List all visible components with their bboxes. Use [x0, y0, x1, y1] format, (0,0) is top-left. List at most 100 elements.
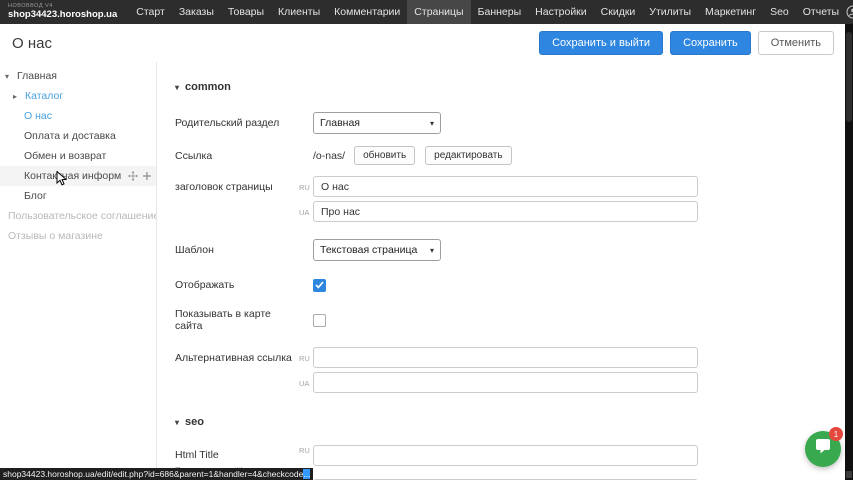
- field-row-template: Шаблон Текстовая страница ▾: [175, 239, 845, 261]
- sidebar-item-label: Контактная информ: [24, 170, 121, 182]
- field-row-sitemap: Показывать в карте сайта: [175, 308, 845, 332]
- cancel-button[interactable]: Отменить: [758, 31, 834, 55]
- chevron-right-icon[interactable]: ▸: [13, 92, 21, 101]
- chat-notification-badge: 1: [829, 427, 843, 441]
- html-title-ru-input[interactable]: [313, 445, 698, 466]
- display-label: Отображать: [175, 279, 299, 291]
- parent-section-label: Родительский раздел: [175, 117, 299, 129]
- topbar-icon-group: [846, 5, 853, 19]
- add-icon[interactable]: [142, 171, 152, 181]
- status-url-tail: ...: [303, 469, 310, 479]
- chevron-down-icon: ▾: [430, 119, 434, 128]
- sidebar-item-user-agreement[interactable]: Пользовательское соглашение: [0, 206, 156, 226]
- chevron-down-icon[interactable]: ▾: [5, 72, 13, 81]
- sidebar-item-home[interactable]: ▾ Главная: [0, 66, 156, 86]
- link-label: Ссылка: [175, 150, 299, 162]
- status-url-text: shop34423.horoshop.ua/edit/edit.php?id=6…: [3, 469, 303, 479]
- section-title: seo: [185, 416, 204, 428]
- parent-section-select[interactable]: Главная ▾: [313, 112, 441, 134]
- nav-item-settings[interactable]: Настройки: [528, 0, 594, 24]
- tree-item-action-icons: [128, 171, 156, 181]
- sidebar-item-label: Пользовательское соглашение: [8, 210, 156, 222]
- nav-item-seo[interactable]: Seo: [763, 0, 796, 24]
- move-icon[interactable]: [128, 171, 138, 181]
- chevron-down-icon: ▾: [430, 246, 434, 255]
- field-row-page-title-ua: UA: [175, 201, 845, 222]
- chevron-down-icon[interactable]: ▾: [175, 83, 179, 92]
- field-row-alt-link-ru: Альтернативная ссылка RU: [175, 347, 845, 368]
- selected-value: Главная: [320, 117, 360, 129]
- nav-item-clients[interactable]: Клиенты: [271, 0, 327, 24]
- sidebar-item-label: Главная: [17, 70, 57, 82]
- field-row-link: Ссылка /o-nas/ обновить редактировать: [175, 146, 845, 165]
- main-menu: Старт Заказы Товары Клиенты Комментарии …: [129, 0, 846, 24]
- user-account-icon[interactable]: [846, 5, 853, 19]
- nav-item-comments[interactable]: Комментарии: [327, 0, 407, 24]
- chat-bubble-icon: [814, 438, 832, 460]
- nav-item-utilities[interactable]: Утилиты: [642, 0, 698, 24]
- nav-item-marketing[interactable]: Маркетинг: [698, 0, 763, 24]
- edit-link-button[interactable]: редактировать: [425, 146, 511, 165]
- app-logo[interactable]: НОВОВВОД V4 shop34423.horoshop.ua: [0, 4, 129, 20]
- nav-item-start[interactable]: Старт: [129, 0, 172, 24]
- section-title: common: [185, 81, 231, 93]
- sitemap-label: Показывать в карте сайта: [175, 308, 299, 332]
- shop-domain-label: shop34423.horoshop.ua: [8, 10, 117, 20]
- selected-value: Текстовая страница: [320, 244, 417, 256]
- sidebar-item-payment-delivery[interactable]: Оплата и доставка: [0, 126, 156, 146]
- sidebar-item-catalog[interactable]: ▸ Каталог: [0, 86, 156, 106]
- sidebar-item-label: О нас: [24, 110, 52, 122]
- page-title-field-label: заголовок страницы: [175, 181, 299, 193]
- sidebar-item-exchange-return[interactable]: Обмен и возврат: [0, 146, 156, 166]
- sidebar-item-label: Оплата и доставка: [24, 130, 116, 142]
- lang-label-ua: UA: [299, 207, 313, 217]
- sidebar-item-about[interactable]: О нас: [0, 106, 156, 126]
- alt-link-ua-input[interactable]: [313, 372, 698, 393]
- sidebar-item-store-reviews[interactable]: Отзывы о магазине: [0, 226, 156, 246]
- sidebar-item-label: Обмен и возврат: [24, 150, 106, 162]
- field-row-display: Отображать: [175, 277, 845, 293]
- vertical-scrollbar[interactable]: [845, 24, 853, 480]
- sidebar-item-label: Каталог: [25, 90, 63, 102]
- field-row-alt-link-ua: UA: [175, 372, 845, 393]
- sidebar-item-blog[interactable]: Блог: [0, 186, 156, 206]
- pages-tree-sidebar: ▾ Главная ▸ Каталог О нас Оплата и доста…: [0, 62, 157, 480]
- page-title-ru-input[interactable]: [313, 176, 698, 197]
- lang-label-ru: RU: [299, 353, 313, 363]
- lang-label-ua: UA: [299, 378, 313, 388]
- nav-item-pages[interactable]: Страницы: [407, 0, 470, 24]
- sitemap-checkbox[interactable]: [313, 314, 326, 327]
- save-button[interactable]: Сохранить: [670, 31, 751, 55]
- nav-item-banners[interactable]: Баннеры: [471, 0, 529, 24]
- display-checkbox[interactable]: [313, 279, 326, 292]
- page-title-ua-input[interactable]: [313, 201, 698, 222]
- scrollbar-thumb[interactable]: [846, 32, 852, 122]
- top-navbar: НОВОВВОД V4 shop34423.horoshop.ua Старт …: [0, 0, 853, 24]
- lang-label-ru: RU: [299, 445, 313, 455]
- chevron-down-icon[interactable]: ▾: [175, 418, 179, 427]
- alt-link-ru-input[interactable]: [313, 347, 698, 368]
- section-header-seo[interactable]: ▾ seo: [175, 414, 845, 430]
- sidebar-item-contact-info[interactable]: Контактная информ: [0, 166, 156, 186]
- lang-label-ru: RU: [299, 182, 313, 192]
- html-title-label: Html Title: [175, 449, 219, 461]
- nav-item-discounts[interactable]: Скидки: [594, 0, 643, 24]
- sidebar-item-label: Блог: [24, 190, 47, 202]
- scrollbar-down-button[interactable]: [846, 471, 852, 478]
- field-row-page-title-ru: заголовок страницы RU: [175, 176, 845, 197]
- nav-item-reports[interactable]: Отчеты: [796, 0, 846, 24]
- update-link-button[interactable]: обновить: [354, 146, 415, 165]
- section-header-common[interactable]: ▾ common: [175, 79, 845, 95]
- page-header: О нас Сохранить и выйти Сохранить Отмени…: [0, 24, 845, 62]
- chat-widget-button[interactable]: 1: [805, 431, 841, 467]
- header-button-group: Сохранить и выйти Сохранить Отменить: [539, 31, 845, 55]
- save-and-exit-button[interactable]: Сохранить и выйти: [539, 31, 663, 55]
- nav-item-products[interactable]: Товары: [221, 0, 271, 24]
- page-title: О нас: [0, 35, 52, 52]
- alt-link-label: Альтернативная ссылка: [175, 352, 299, 364]
- browser-status-url: shop34423.horoshop.ua/edit/edit.php?id=6…: [0, 468, 313, 480]
- nav-item-orders[interactable]: Заказы: [172, 0, 221, 24]
- sidebar-item-label: Отзывы о магазине: [8, 230, 103, 242]
- page-edit-form: ▾ common Родительский раздел Главная ▾ С…: [158, 62, 845, 480]
- template-select[interactable]: Текстовая страница ▾: [313, 239, 441, 261]
